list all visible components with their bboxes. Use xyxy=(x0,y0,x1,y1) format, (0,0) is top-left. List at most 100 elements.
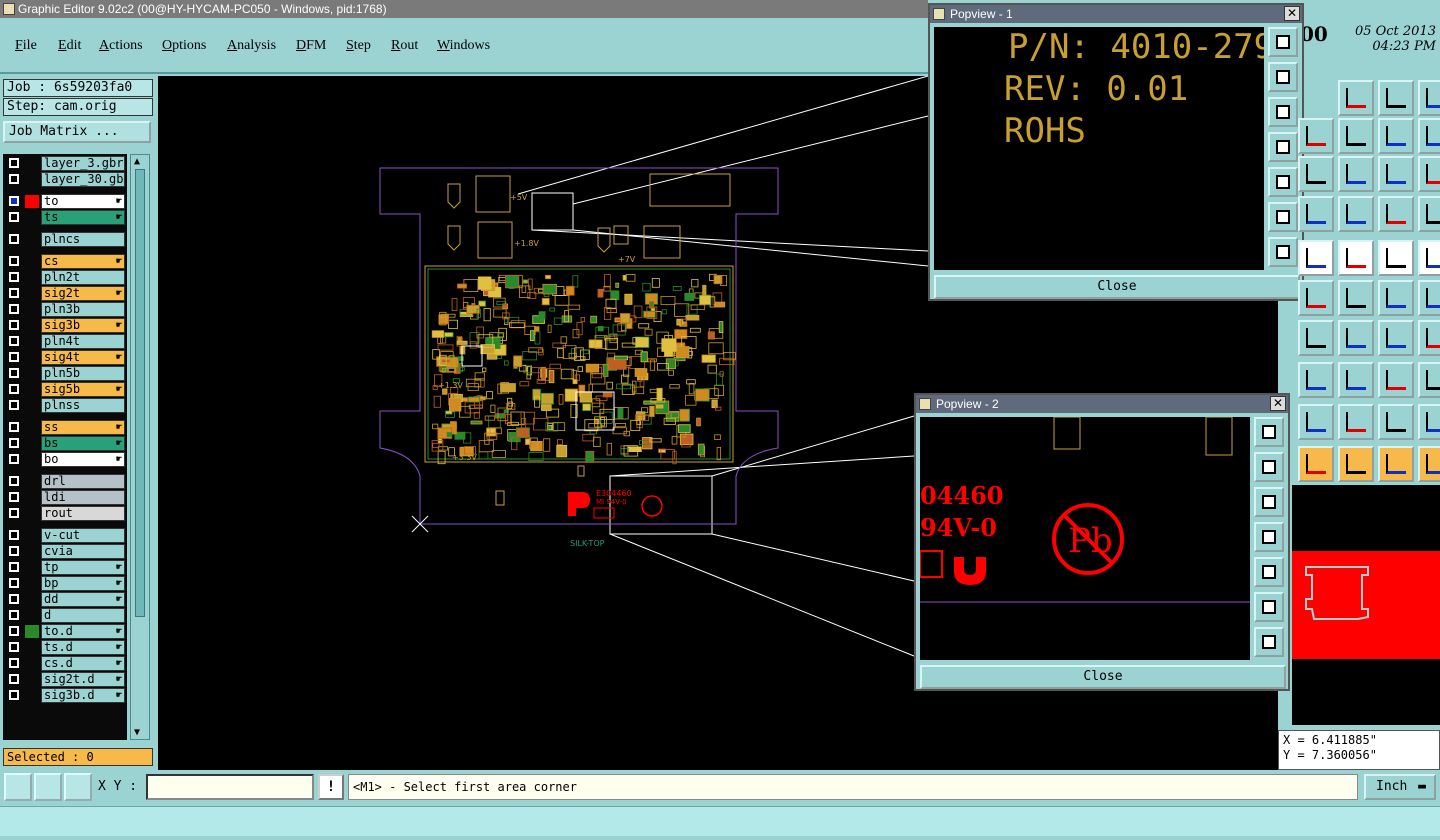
layer-checkbox[interactable] xyxy=(9,642,19,652)
menu-actions[interactable]: Actions xyxy=(99,38,143,54)
layer-checkbox[interactable] xyxy=(9,336,19,346)
layer-row[interactable]: plnss xyxy=(3,398,127,413)
split-icon[interactable] xyxy=(1418,320,1440,356)
menu-edit[interactable]: Edit xyxy=(58,38,81,54)
unit-selector[interactable]: Inch ▬ xyxy=(1364,774,1436,800)
array-icon[interactable] xyxy=(1378,362,1414,398)
zoom-area-icon[interactable] xyxy=(1268,202,1298,232)
layer-row[interactable]: sig3b ☛ xyxy=(3,318,127,333)
warning-icon[interactable]: ! xyxy=(318,774,344,800)
popview-1-close-button[interactable]: Close xyxy=(934,275,1300,299)
connect-icon[interactable] xyxy=(1298,280,1334,316)
layer-name[interactable]: drl xyxy=(41,474,125,489)
point-icon[interactable] xyxy=(1298,362,1334,398)
layer-name[interactable]: plnss xyxy=(41,398,125,413)
layer-name[interactable]: sig3b ☛ xyxy=(41,318,125,333)
menu-rout[interactable]: Rout xyxy=(391,38,418,54)
layer-row[interactable]: sig2t.d ☛ xyxy=(3,672,127,687)
merge-icon[interactable] xyxy=(1418,404,1440,440)
layer-row[interactable]: cvia xyxy=(3,544,127,559)
layer-row[interactable]: rout xyxy=(3,506,127,521)
slash-icon[interactable] xyxy=(1338,320,1374,356)
layer-name[interactable]: ldi xyxy=(41,490,125,505)
menu-step[interactable]: Step xyxy=(346,38,371,54)
layer-name[interactable]: ts.d ☛ xyxy=(41,640,125,655)
layer-row[interactable]: pln3b xyxy=(3,302,127,317)
layer-row[interactable]: sig5b ☛ xyxy=(3,382,127,397)
layer-checkbox[interactable] xyxy=(9,674,19,684)
drill-icon[interactable] xyxy=(1418,196,1440,232)
scale-icon[interactable] xyxy=(1338,156,1374,192)
popview-2-view[interactable]: 04460 94V-0 Pb xyxy=(920,417,1250,660)
layer-row[interactable]: bo ☛ xyxy=(3,452,127,467)
angle-icon[interactable] xyxy=(1298,320,1334,356)
popview-2-close-button[interactable]: Close xyxy=(920,665,1286,689)
zoom-fit-icon[interactable] xyxy=(1268,27,1298,57)
layer-name[interactable]: pln2t xyxy=(41,270,125,285)
layer-row[interactable]: pln4t xyxy=(3,334,127,349)
layer-row[interactable]: to ☛ xyxy=(3,194,127,209)
layer-row[interactable]: to.d ☛ xyxy=(3,624,127,639)
center-icon[interactable] xyxy=(1298,156,1334,192)
layer-name[interactable]: tp ☛ xyxy=(41,560,125,575)
peak-icon[interactable] xyxy=(1338,404,1374,440)
layer-row[interactable]: bp ☛ xyxy=(3,576,127,591)
layer-name[interactable]: cvia xyxy=(41,544,125,559)
menu-dfm[interactable]: DFM xyxy=(296,38,326,54)
layer-row[interactable]: layer_30.gbr xyxy=(3,172,127,187)
filter-icon[interactable] xyxy=(1378,404,1414,440)
arrow-icon[interactable] xyxy=(1298,404,1334,440)
move-icon[interactable] xyxy=(1298,118,1334,154)
layer-checkbox[interactable] xyxy=(9,626,19,636)
undo-icon[interactable] xyxy=(1378,320,1414,356)
popview-2-titlebar[interactable]: Popview - 2 ✕ xyxy=(916,395,1288,413)
layer-checkbox[interactable] xyxy=(9,174,19,184)
snap-grid-icon[interactable] xyxy=(64,773,92,801)
pan-left-icon[interactable] xyxy=(1254,522,1284,552)
layer-checkbox[interactable] xyxy=(9,562,19,572)
layer-checkbox[interactable] xyxy=(9,594,19,604)
layer-row[interactable]: drl xyxy=(3,474,127,489)
layer-checkbox[interactable] xyxy=(9,492,19,502)
layer-checkbox[interactable] xyxy=(9,508,19,518)
popview-1-window[interactable]: Popview - 1 ✕ P/N: 4010-2790 REV: 0.01 R… xyxy=(928,3,1304,301)
board-icon[interactable] xyxy=(1338,196,1374,232)
layer-name[interactable]: sig5b ☛ xyxy=(41,382,125,397)
layer-name[interactable]: cs ☛ xyxy=(41,254,125,269)
center-view-icon[interactable] xyxy=(1254,627,1284,657)
cut-icon[interactable] xyxy=(1338,362,1374,398)
layer-row[interactable]: ts.d ☛ xyxy=(3,640,127,655)
popview-1-titlebar[interactable]: Popview - 1 ✕ xyxy=(930,5,1302,23)
pointer-icon[interactable] xyxy=(1298,446,1334,482)
layer-name[interactable]: pln4t xyxy=(41,334,125,349)
layer-checkbox[interactable] xyxy=(9,658,19,668)
cross-icon[interactable] xyxy=(1338,280,1374,316)
layer-name[interactable]: layer_30.gbr xyxy=(41,172,127,187)
layer-checkbox[interactable] xyxy=(9,530,19,540)
layer-row[interactable]: dd ☛ xyxy=(3,592,127,607)
stretch-icon[interactable] xyxy=(1418,118,1440,154)
close-icon[interactable]: ✕ xyxy=(1284,6,1300,21)
arc-icon[interactable] xyxy=(1418,280,1440,316)
xy-input[interactable] xyxy=(146,774,314,800)
overview-map[interactable] xyxy=(1292,485,1440,725)
layer-name[interactable]: sig4t ☛ xyxy=(41,350,125,365)
layer-checkbox[interactable] xyxy=(9,476,19,486)
scroll-down-icon[interactable]: ▼ xyxy=(134,727,140,738)
snap-icon[interactable] xyxy=(1378,280,1414,316)
layer-row[interactable]: v-cut xyxy=(3,528,127,543)
layer-checkbox[interactable] xyxy=(9,352,19,362)
job-matrix-button[interactable]: Job Matrix ... xyxy=(3,121,151,143)
layer-checkbox[interactable] xyxy=(9,320,19,330)
layer-checkbox[interactable] xyxy=(9,272,19,282)
layer-row[interactable]: bs ☛ xyxy=(3,436,127,451)
layer-name[interactable]: ss ☛ xyxy=(41,420,125,435)
layer-checkbox[interactable] xyxy=(9,234,19,244)
layer-name[interactable]: bo ☛ xyxy=(41,452,125,467)
layer-checkbox[interactable] xyxy=(9,158,19,168)
layer-name[interactable]: bs ☛ xyxy=(41,436,125,451)
layer-scrollbar[interactable]: ▲ ▼ xyxy=(130,154,150,740)
popview-2-window[interactable]: Popview - 2 ✕ 04460 94V-0 Pb Close xyxy=(914,393,1290,691)
layer-name[interactable]: pln3b xyxy=(41,302,125,317)
mirror-icon[interactable] xyxy=(1378,118,1414,154)
